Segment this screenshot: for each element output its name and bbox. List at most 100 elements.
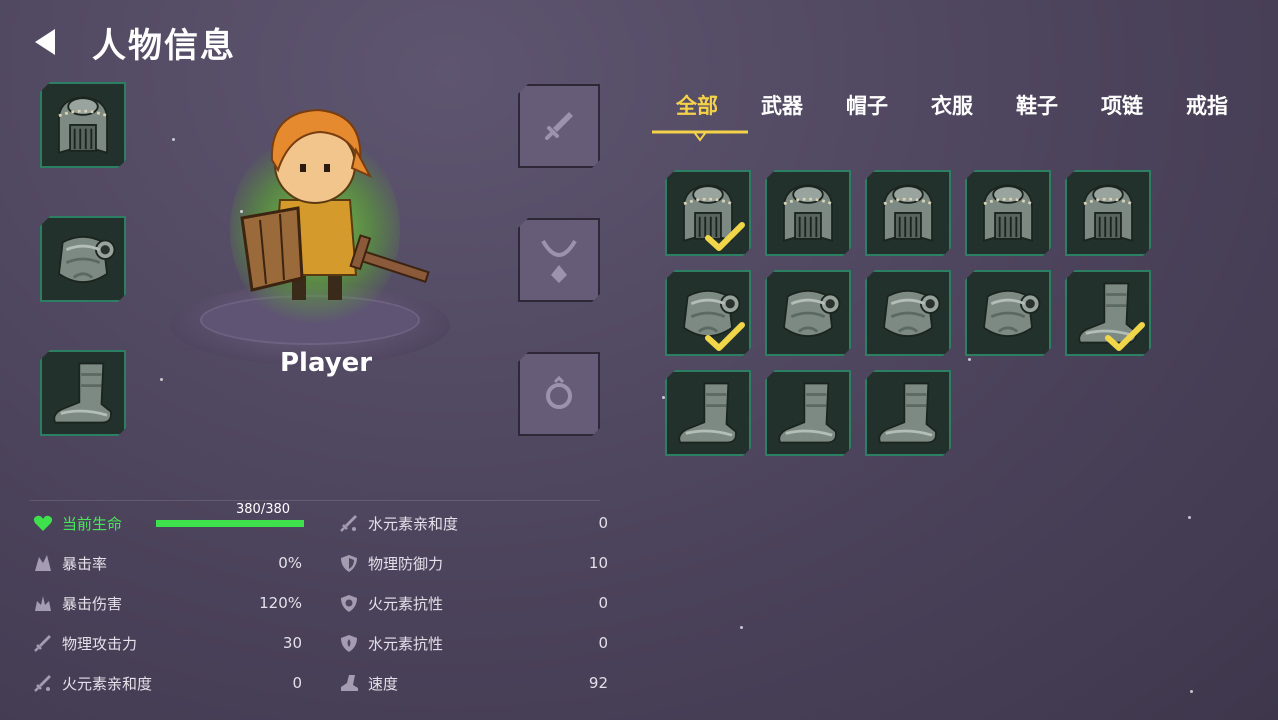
stat-water-resistance: 水元素抗性 [338,628,443,658]
stat-value: 10 [588,554,608,572]
sparkle [662,396,665,399]
helmet-icon [771,176,845,250]
sparkle [172,138,175,141]
sword-slot-icon [539,106,579,146]
inventory-item[interactable] [965,270,1051,356]
stat-label: 当前生命 [62,514,123,533]
armor-icon [771,276,845,350]
stat-hp: 当前生命 [32,508,122,538]
sparkle [968,358,971,361]
tab-shoes[interactable]: 鞋子 [1000,90,1085,120]
equipped-boots-slot[interactable] [40,350,126,436]
inventory-item[interactable] [765,170,851,256]
equipped-check-icon [1105,322,1145,352]
fire-sword-icon [32,672,54,694]
hp-bar-fill [156,520,304,527]
inventory-item[interactable] [665,270,751,356]
helmet-icon [1071,176,1145,250]
ring-slot[interactable] [518,352,600,436]
stat-water-affinity: 水元素亲和度 [338,508,458,538]
sparkle [1188,516,1191,519]
inventory-item[interactable] [765,370,851,456]
weapon-slot[interactable] [518,84,600,168]
boots-icon [46,356,120,430]
boots-icon [771,376,845,450]
player-name: Player [280,348,373,378]
tab-necklace[interactable]: 项链 [1085,90,1170,120]
tab-all[interactable]: 全部 [660,90,745,120]
tab-ring[interactable]: 戒指 [1170,90,1255,120]
stat-value: 92 [588,674,608,692]
equipment-tabs: 全部 武器 帽子 衣服 鞋子 项链 戒指 [660,90,1255,120]
shield-icon [338,552,360,574]
inventory-item[interactable] [865,270,951,356]
stat-value: 0 [598,514,608,532]
heart-icon [32,512,54,534]
inventory-item[interactable] [765,270,851,356]
stat-label: 物理攻击力 [62,634,138,653]
helmet-icon [871,176,945,250]
stat-crit-damage: 暴击伤害 [32,588,122,618]
stat-speed: 速度 [338,668,398,698]
stat-physical-attack: 物理攻击力 [32,628,137,658]
stat-value: 30 [282,634,302,652]
inventory-item[interactable] [665,170,751,256]
armor-icon [46,222,120,296]
boot-speed-icon [338,672,360,694]
inventory-item[interactable] [865,170,951,256]
header: 人物信息 [24,16,236,68]
inventory-item[interactable] [865,370,951,456]
helmet-icon [46,88,120,162]
back-button[interactable] [24,22,64,62]
stat-label: 水元素抗性 [368,634,444,653]
equipped-helmet-slot[interactable] [40,82,126,168]
boots-icon [871,376,945,450]
sparkle [240,210,243,213]
stat-label: 水元素亲和度 [368,514,459,533]
armor-icon [971,276,1045,350]
water-shield-icon [338,632,360,654]
sword-icon [32,632,54,654]
inventory-item[interactable] [1065,170,1151,256]
stat-label: 火元素抗性 [368,594,444,613]
stat-fire-resistance: 火元素抗性 [338,588,443,618]
inventory-item[interactable] [965,170,1051,256]
sparkle [740,626,743,629]
stat-fire-affinity: 火元素亲和度 [32,668,152,698]
stat-label: 速度 [368,674,399,693]
equipped-armor-slot[interactable] [40,216,126,302]
necklace-slot[interactable] [518,218,600,302]
stats-divider [30,500,600,501]
fire-shield-icon [338,592,360,614]
page-title: 人物信息 [92,25,236,66]
tab-hat[interactable]: 帽子 [830,90,915,120]
sparkle [1190,690,1193,693]
crit-icon [32,552,54,574]
necklace-slot-icon [537,235,581,285]
boots-icon [671,376,745,450]
stat-value: 0 [598,594,608,612]
tab-clothes[interactable]: 衣服 [915,90,1000,120]
water-sword-icon [338,512,360,534]
stat-value: 0 [292,674,302,692]
stat-label: 暴击伤害 [62,594,123,613]
inventory-item[interactable] [1065,270,1151,356]
equipped-check-icon [705,322,745,352]
stat-physical-defense: 物理防御力 [338,548,443,578]
stat-value: 0 [598,634,608,652]
stat-label: 暴击率 [62,554,108,573]
stat-label: 火元素亲和度 [62,674,153,693]
equipped-check-icon [705,222,745,252]
hp-bar [156,520,304,527]
sparkle [160,378,163,381]
character-display [160,90,470,370]
stat-value: 120% [259,594,302,612]
inventory-item[interactable] [665,370,751,456]
player-sprite [240,108,430,300]
stat-label: 物理防御力 [368,554,444,573]
armor-icon [871,276,945,350]
active-tab-indicator [652,130,748,142]
back-arrow-icon [35,29,55,55]
stat-value: 0% [278,554,302,572]
tab-weapon[interactable]: 武器 [745,90,830,120]
